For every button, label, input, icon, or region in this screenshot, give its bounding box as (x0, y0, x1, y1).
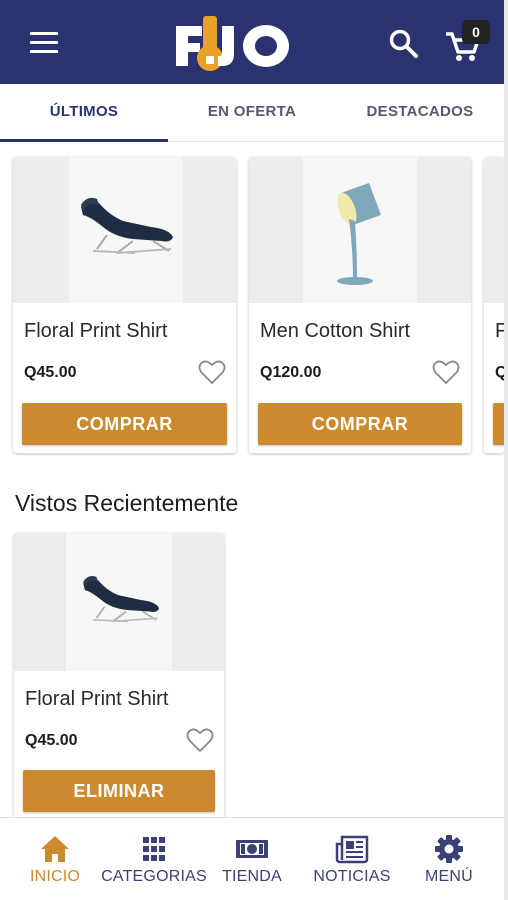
product-image (14, 533, 224, 671)
favorite-heart-icon[interactable] (432, 359, 460, 385)
nav-label: MENÚ (425, 868, 473, 885)
product-title[interactable]: Men Cotton Shirt (260, 320, 410, 343)
buy-button[interactable] (493, 403, 504, 445)
nav-item-noticias[interactable]: NOTICIAS (300, 818, 404, 900)
recent-product-card[interactable]: Floral Print Shirt Q45.00 ELIMINAR (14, 533, 224, 823)
product-price: Q45.00 (24, 364, 77, 381)
product-price: Q45.00 (25, 732, 78, 749)
cart-count-badge: 0 (462, 20, 490, 44)
product-tabs: ÚLTIMOS EN OFERTA DESTACADOS (0, 84, 504, 142)
product-title[interactable]: Floral Print Shirt (24, 320, 167, 343)
app-header: 0 (0, 0, 504, 84)
product-card-partial[interactable]: F Q (484, 157, 504, 453)
product-card[interactable]: Men Cotton Shirt Q120.00 COMPRAR (249, 157, 471, 453)
product-title[interactable]: Floral Print Shirt (25, 688, 168, 711)
bottom-navigation: INICIO CATEGORIAS TIENDA NOTICIAS MENÚ (0, 817, 504, 900)
pouring-lamp-image (337, 183, 381, 285)
nav-item-tienda[interactable]: TIENDA (208, 818, 296, 900)
gear-icon (435, 835, 463, 863)
nav-label: INICIO (29, 868, 81, 885)
product-title: F (495, 320, 504, 342)
nav-label: NOTICIAS (313, 868, 391, 885)
nav-label: CATEGORIAS (101, 868, 207, 885)
buy-button[interactable]: COMPRAR (258, 403, 462, 445)
product-price: Q (495, 364, 504, 381)
grid-icon (143, 837, 165, 861)
newspaper-icon (335, 835, 369, 864)
money-icon (236, 840, 268, 858)
nav-item-menu[interactable]: MENÚ (404, 818, 494, 900)
product-image (484, 157, 504, 303)
hamburger-menu-icon[interactable] (30, 30, 60, 54)
nav-item-categorias[interactable]: CATEGORIAS (100, 818, 208, 900)
section-title-recently-viewed: Vistos Recientemente (15, 490, 239, 516)
product-price: Q120.00 (260, 364, 322, 381)
fijo-logo[interactable] (172, 12, 296, 74)
product-image (13, 157, 236, 303)
nav-item-inicio[interactable]: INICIO (10, 818, 100, 900)
home-icon (41, 836, 69, 862)
active-tab-indicator (0, 139, 168, 142)
favorite-heart-icon[interactable] (186, 727, 214, 753)
tab-ultimos[interactable]: ÚLTIMOS (0, 84, 168, 142)
lounge-chair-image (83, 575, 160, 623)
product-image (249, 157, 471, 303)
product-card[interactable]: Floral Print Shirt Q45.00 COMPRAR (13, 157, 236, 453)
nav-label: TIENDA (222, 868, 282, 885)
buy-button[interactable]: COMPRAR (22, 403, 227, 445)
lounge-chair-image (81, 197, 173, 254)
remove-button[interactable]: ELIMINAR (23, 770, 215, 812)
favorite-heart-icon[interactable] (198, 359, 226, 385)
tab-destacados[interactable]: DESTACADOS (336, 84, 504, 142)
scroll-edge (504, 0, 508, 900)
search-icon[interactable] (388, 28, 420, 60)
tab-en-oferta[interactable]: EN OFERTA (168, 84, 336, 142)
